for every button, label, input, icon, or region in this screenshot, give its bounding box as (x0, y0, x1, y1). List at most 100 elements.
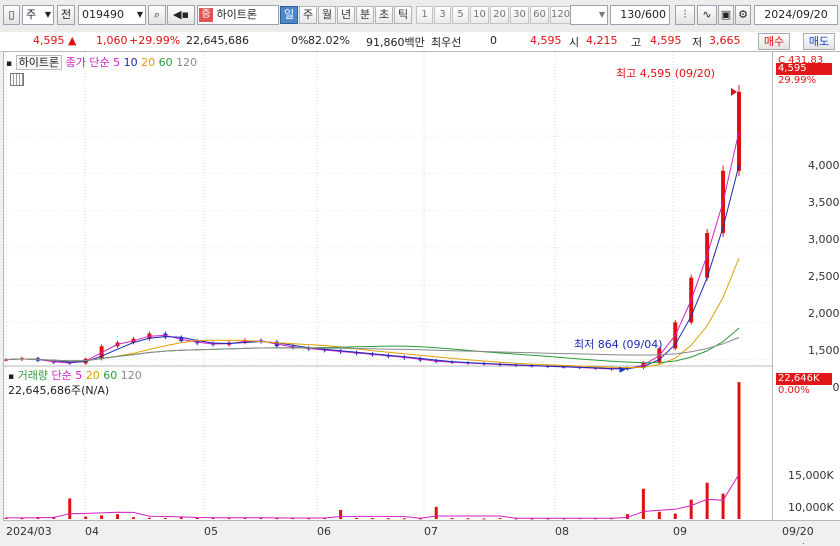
prev-button[interactable]: 전 (57, 5, 75, 25)
volume-bar (339, 509, 343, 519)
volume-bar (482, 518, 486, 520)
volume-bar (131, 517, 135, 519)
minute-button-60[interactable]: 60 (530, 6, 549, 24)
volume-bar (402, 518, 406, 520)
volume-bar (371, 518, 374, 520)
minute-button-30[interactable]: 30 (510, 6, 529, 24)
minute-button-3[interactable]: 3 (434, 6, 451, 24)
ma-period-60: 60 (155, 56, 173, 69)
period-tab-1[interactable]: 주 (299, 6, 317, 24)
volume-text: 22,645,686주(N/A) (8, 384, 110, 397)
priority-label: 최우선 (431, 36, 462, 49)
volume-bar (68, 498, 72, 519)
chart-svg (4, 52, 772, 520)
y-axis[interactable]: 4,000 3,500 3,000 2,500 2,000 1,500 1,00… (773, 51, 840, 546)
dot-icon: ▪ (6, 59, 13, 69)
volume-bar (450, 518, 454, 520)
chevron-down-icon: ▼ (44, 10, 51, 19)
ma-label: 종가 단순 (65, 56, 110, 69)
market-select[interactable]: 주 ▼ (22, 5, 54, 25)
chart-area[interactable]: ▪ 하이트론 종가 단순 5 10 20 60 120 최고 4,595 (09… (3, 51, 773, 521)
volume-ma-period-120: 120 (117, 369, 142, 382)
stock-name-box[interactable]: 증 하이트론 (197, 5, 279, 25)
current-price: 4,595 ▲ (33, 34, 76, 47)
chevron-down-icon: ▼ (136, 10, 143, 19)
period-tab-6[interactable]: 틱 (394, 6, 412, 24)
period-tab-5[interactable]: 초 (375, 6, 393, 24)
x-tick-right: 09/20 (782, 525, 814, 538)
dot-icon: ▪ (8, 372, 15, 382)
price2-value: 4,595 (530, 34, 562, 47)
volume-bar (641, 488, 645, 519)
buy-button[interactable]: 매수 (758, 33, 790, 50)
line-chart-icon[interactable]: ∿ (697, 5, 717, 25)
x-tick: 09 (673, 525, 687, 538)
change-value: 1,060 (96, 34, 128, 47)
price-value: 4,595 (33, 34, 65, 47)
y-tick: 2,000 (808, 307, 840, 320)
search-icon[interactable]: ⌕ (148, 5, 166, 25)
stock-badge: 증 (199, 8, 213, 22)
period-tab-4[interactable]: 분 (356, 6, 374, 24)
high-value: 4,595 (650, 34, 682, 47)
priority-value: 0 (490, 34, 497, 47)
volume-bar (386, 518, 390, 520)
period-dropdown[interactable]: ▼ (570, 5, 608, 25)
date-field[interactable]: 2024/09/20 (754, 5, 838, 25)
chart-type-icon[interactable]: ▯ (3, 5, 20, 25)
stock-name: 하이트론 (216, 8, 257, 21)
period-tab-3[interactable]: 년 (337, 6, 355, 24)
volume-pct-tag: 0.00% (776, 385, 832, 397)
amount-value: 91,860백만 (366, 36, 425, 49)
sell-button[interactable]: 매도 (803, 33, 835, 50)
ma-period-10: 10 (120, 56, 138, 69)
save-icon[interactable]: ▣ (718, 5, 734, 25)
minute-button-120[interactable]: 120 (550, 6, 571, 24)
minute-button-10[interactable]: 10 (470, 6, 489, 24)
volume-bar (163, 518, 167, 520)
volume-legend: ▪ 거래량 단순 5 20 60 120 (8, 367, 142, 383)
code-input[interactable]: 019490 ▼ (78, 5, 146, 25)
ma-period-20: 20 (137, 56, 156, 69)
volume-bar (673, 513, 677, 519)
period-tab-2[interactable]: 월 (318, 6, 336, 24)
volume-bar (721, 493, 725, 519)
y-tick: 4,000 (808, 159, 840, 172)
minute-button-1[interactable]: 1 (416, 6, 433, 24)
count-field[interactable]: 130/600 (610, 5, 670, 25)
grid-icon[interactable] (10, 73, 24, 86)
volume-bar (84, 516, 88, 519)
volume-bar (498, 518, 502, 520)
x-tick: 04 (85, 525, 99, 538)
speaker-icon[interactable]: ◀▪ (167, 5, 195, 25)
volume-ma-period-60: 60 (99, 369, 118, 382)
up-arrow-icon: ▲ (68, 34, 77, 47)
pct1-value: 0% (291, 34, 309, 47)
price-tag: 4,595 (776, 63, 832, 75)
low-annotation: 최저 864 (09/04) (574, 338, 663, 351)
ma-period-120: 120 (172, 56, 198, 69)
open-label: 시 (569, 36, 580, 49)
volume-bar (116, 514, 120, 519)
y-tick: 3,500 (808, 196, 840, 209)
code-value: 019490 (82, 8, 124, 21)
minute-button-5[interactable]: 5 (452, 6, 469, 24)
volume-bar (689, 499, 693, 519)
pct2-value: 82.02% (308, 34, 350, 47)
x-tick: 07 (424, 525, 438, 538)
y-tick: 2,500 (808, 270, 840, 283)
x-axis: 2024/03 04 05 06 07 08 09 09/20 (0, 521, 840, 543)
volume-ma-label: 단순 (51, 369, 72, 382)
volume-bar (147, 517, 151, 519)
ma-period-list: 5 10 20 60 120 (113, 56, 197, 69)
gear-icon[interactable]: ⚙ (735, 5, 751, 25)
low-label: 저 (692, 36, 703, 49)
period-tab-0[interactable]: 일 (280, 6, 298, 24)
stock-tab[interactable]: 하이트론 (15, 55, 63, 70)
toolbar: ▯ 주 ▼ 전 019490 ▼ ⌕ ◀▪ 증 하이트론 일주월년분초틱 135… (0, 0, 840, 33)
minute-button-20[interactable]: 20 (490, 6, 509, 24)
candle-icon[interactable]: ⫶ (675, 5, 695, 25)
volume-bar (657, 511, 661, 519)
count-value: 130 (620, 8, 642, 21)
y-tick: 10,000K (788, 501, 834, 514)
